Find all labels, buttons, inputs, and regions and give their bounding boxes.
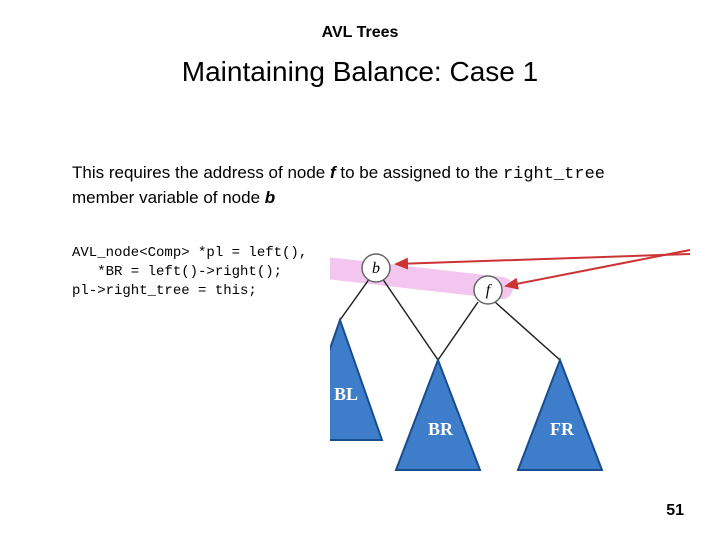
slide-topic: AVL Trees xyxy=(0,24,720,42)
node-b: b xyxy=(362,254,390,282)
code-line: *BR = left()->right(); xyxy=(72,264,282,280)
desc-text: to be assigned to the xyxy=(336,163,503,182)
code-line: pl->right_tree = this; xyxy=(72,283,257,299)
svg-text:BL: BL xyxy=(334,384,358,404)
desc-text: member variable of node xyxy=(72,188,265,207)
page-number: 51 xyxy=(666,502,684,520)
code-snippet: AVL_node<Comp> *pl = left(), *BR = left(… xyxy=(72,244,307,301)
var-right-tree: right_tree xyxy=(503,165,605,184)
subtree-BL: BL xyxy=(330,320,382,440)
avl-diagram: BL BR FR b f a xyxy=(330,240,700,530)
subtree-FR: FR xyxy=(518,360,602,470)
node-f: f xyxy=(474,276,502,304)
node-b-ref: b xyxy=(265,188,275,207)
subtree-BR: BR xyxy=(396,360,480,470)
description: This requires the address of node f to b… xyxy=(72,162,648,210)
code-line: AVL_node<Comp> *pl = left(), xyxy=(72,245,307,261)
desc-text: This requires the address of node xyxy=(72,163,330,182)
slide-title: Maintaining Balance: Case 1 xyxy=(0,56,720,88)
svg-text:b: b xyxy=(372,260,380,277)
svg-text:BR: BR xyxy=(428,419,454,439)
svg-text:FR: FR xyxy=(550,419,575,439)
